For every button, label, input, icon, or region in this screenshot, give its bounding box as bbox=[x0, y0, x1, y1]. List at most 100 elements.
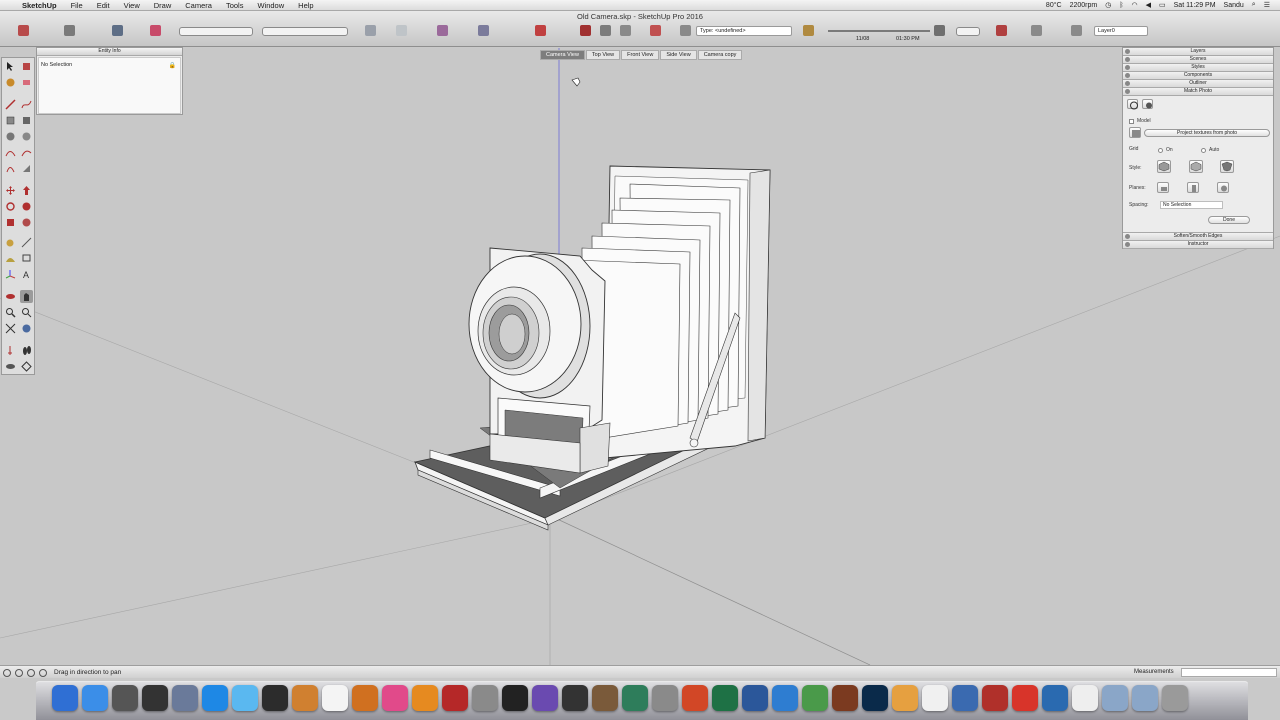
project-textures-button[interactable]: Project textures from photo bbox=[1144, 129, 1270, 137]
facetime-icon[interactable] bbox=[262, 685, 288, 711]
safari-icon[interactable] bbox=[202, 685, 228, 711]
pie-tool-icon[interactable] bbox=[20, 162, 33, 175]
panel-toggle-icon[interactable] bbox=[1125, 242, 1130, 247]
entity-info-title[interactable]: Entity Info bbox=[37, 48, 182, 56]
calendar-icon[interactable] bbox=[322, 685, 348, 711]
tray-components[interactable]: Components bbox=[1123, 72, 1273, 80]
zoom-extents-icon[interactable] bbox=[4, 322, 17, 335]
three-point-arc-icon[interactable] bbox=[4, 162, 17, 175]
shadow-date-slider[interactable] bbox=[828, 30, 888, 32]
bluetooth-icon[interactable]: ᛒ bbox=[1119, 2, 1123, 9]
extension-warehouse-icon[interactable] bbox=[64, 25, 75, 36]
grid-auto-radio[interactable] bbox=[1201, 148, 1206, 153]
preview2-icon[interactable] bbox=[922, 685, 948, 711]
tray-soften-smooth-edges[interactable]: Soften/Smooth Edges bbox=[1123, 233, 1273, 241]
panel-toggle-icon[interactable] bbox=[1125, 65, 1130, 70]
unity-icon[interactable] bbox=[562, 685, 588, 711]
photo-booth-icon[interactable] bbox=[472, 685, 498, 711]
previous-view-icon[interactable] bbox=[20, 322, 33, 335]
circle-tool-icon[interactable] bbox=[4, 130, 17, 143]
time-machine-icon[interactable]: ◷ bbox=[1105, 1, 1111, 9]
section-display-icon[interactable] bbox=[1031, 25, 1042, 36]
panel-toggle-icon[interactable] bbox=[1125, 234, 1130, 239]
bridge-icon[interactable] bbox=[832, 685, 858, 711]
protractor-icon[interactable] bbox=[4, 252, 17, 265]
line-tool-icon[interactable] bbox=[4, 98, 17, 111]
menu-window[interactable]: Window bbox=[250, 1, 291, 10]
guitar-icon[interactable] bbox=[592, 685, 618, 711]
form-contours-icon[interactable] bbox=[650, 25, 661, 36]
excel-icon[interactable] bbox=[712, 685, 738, 711]
notification-center-icon[interactable]: ☰ bbox=[1264, 1, 1270, 9]
grid-style-below-icon[interactable] bbox=[1220, 160, 1234, 173]
photoshop-icon[interactable] bbox=[862, 685, 888, 711]
help-icon[interactable] bbox=[39, 669, 47, 677]
credits-icon[interactable] bbox=[15, 669, 23, 677]
3d-warehouse-icon[interactable] bbox=[18, 25, 29, 36]
battery-icon[interactable]: ▭ bbox=[1159, 1, 1166, 9]
model-checkbox[interactable] bbox=[1129, 119, 1134, 124]
layer-select[interactable]: Layer0 bbox=[1094, 26, 1148, 36]
print-icon[interactable] bbox=[680, 25, 691, 36]
ibooks-icon[interactable] bbox=[412, 685, 438, 711]
tray-layers[interactable]: Layers bbox=[1123, 48, 1273, 56]
rectangle-tool-icon[interactable] bbox=[4, 114, 17, 127]
tray-scenes[interactable]: Scenes bbox=[1123, 56, 1273, 64]
time-machine-icon[interactable] bbox=[622, 685, 648, 711]
look-around-icon[interactable] bbox=[4, 360, 17, 373]
grid-on-radio[interactable] bbox=[1158, 148, 1163, 153]
sketch-icon[interactable] bbox=[442, 685, 468, 711]
model-viewport[interactable]: Camera View Top View Front View Side Vie… bbox=[0, 48, 1280, 665]
tray-outliner[interactable]: Outliner bbox=[1123, 80, 1273, 88]
move-tool-icon[interactable] bbox=[4, 184, 17, 197]
rotate-tool-icon[interactable] bbox=[4, 200, 17, 213]
3d-text-icon[interactable]: A bbox=[20, 268, 33, 281]
volume-icon[interactable]: ◀ bbox=[1146, 1, 1151, 9]
temperature-readout[interactable]: 80°C bbox=[1046, 2, 1062, 9]
panel-toggle-icon[interactable] bbox=[1125, 89, 1130, 94]
tray-instructor[interactable]: Instructor bbox=[1123, 241, 1273, 249]
settings-icon[interactable] bbox=[652, 685, 678, 711]
quicktime-icon[interactable] bbox=[1042, 685, 1068, 711]
push-pull-icon[interactable] bbox=[20, 184, 33, 197]
interact-icon[interactable] bbox=[437, 25, 448, 36]
arc-tool-icon[interactable] bbox=[4, 146, 17, 159]
menu-edit[interactable]: Edit bbox=[90, 1, 117, 10]
component-options-icon[interactable] bbox=[478, 25, 489, 36]
wifi-icon[interactable]: ◠ bbox=[1132, 1, 1138, 9]
menubar-clock[interactable]: Sat 11:29 PM bbox=[1174, 2, 1216, 9]
itunes-icon[interactable] bbox=[382, 685, 408, 711]
freehand-icon[interactable] bbox=[20, 98, 33, 111]
x-ray-mode-icon[interactable] bbox=[365, 25, 376, 36]
axes-tool-icon[interactable] bbox=[4, 268, 17, 281]
trash-icon[interactable] bbox=[1162, 685, 1188, 711]
project-textures-icon[interactable] bbox=[1129, 127, 1141, 138]
text-tool-icon[interactable] bbox=[20, 252, 33, 265]
plane-yz-icon[interactable] bbox=[1217, 182, 1229, 193]
user-icon[interactable] bbox=[27, 669, 35, 677]
generate-report-icon[interactable] bbox=[580, 25, 591, 36]
walk-tool-icon[interactable] bbox=[20, 344, 33, 357]
photo-settings-icon[interactable] bbox=[1142, 99, 1153, 109]
tab-camera-view[interactable]: Camera View bbox=[540, 50, 585, 60]
smultron-icon[interactable] bbox=[802, 685, 828, 711]
add-photo-icon[interactable] bbox=[1127, 99, 1138, 110]
plane-xy-icon[interactable] bbox=[1157, 182, 1169, 193]
share-model-icon[interactable] bbox=[112, 25, 123, 36]
spacing-field[interactable]: No Selection bbox=[1160, 201, 1223, 209]
tape-measure-icon[interactable] bbox=[4, 236, 17, 249]
paint-bucket-icon[interactable] bbox=[4, 76, 17, 89]
lock-icon[interactable]: 🔒 bbox=[169, 62, 176, 69]
fan-readout[interactable]: 2200rpm bbox=[1070, 2, 1098, 9]
done-button[interactable]: Done bbox=[1208, 216, 1250, 224]
word-icon[interactable] bbox=[742, 685, 768, 711]
spotlight-icon[interactable]: ⌕ bbox=[1252, 1, 1256, 9]
sandbox-smoove-icon[interactable] bbox=[600, 25, 611, 36]
books-icon[interactable] bbox=[292, 685, 318, 711]
lightroom-icon[interactable] bbox=[502, 685, 528, 711]
messages-icon[interactable] bbox=[232, 685, 258, 711]
panel-toggle-icon[interactable] bbox=[1125, 81, 1130, 86]
send-to-layout-icon[interactable] bbox=[150, 25, 161, 36]
section-plane-icon[interactable] bbox=[20, 360, 33, 373]
downloads-icon[interactable] bbox=[1132, 685, 1158, 711]
